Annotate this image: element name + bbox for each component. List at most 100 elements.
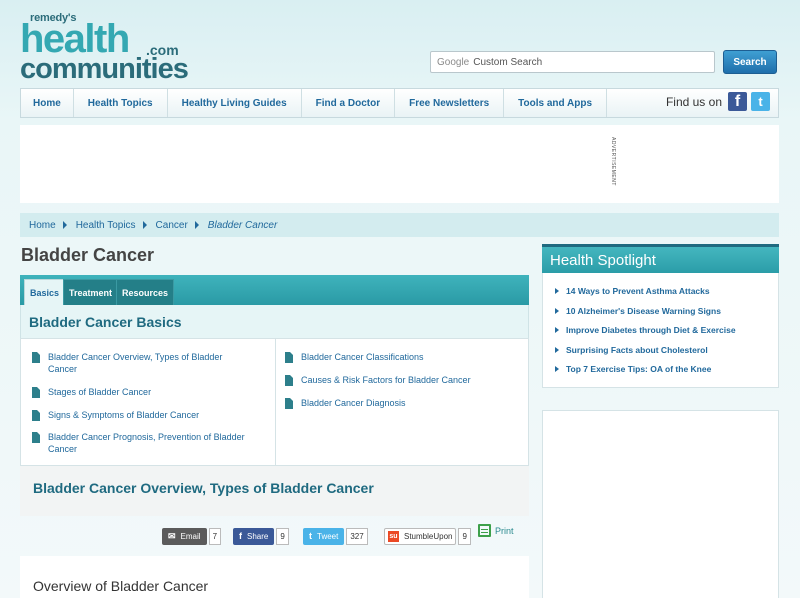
advertisement-banner[interactable]: ADVERTISEMENT	[20, 125, 779, 203]
article-heading: Bladder Cancer Overview, Types of Bladde…	[20, 466, 529, 516]
list-item[interactable]: Bladder Cancer Diagnosis	[285, 397, 515, 409]
email-label: Email	[180, 531, 201, 541]
facebook-icon: f	[239, 531, 242, 541]
document-icon	[32, 352, 40, 363]
spotlight-label: Top 7 Exercise Tips: OA of the Knee	[566, 364, 712, 374]
twitter-icon[interactable]: t	[751, 92, 770, 111]
breadcrumb-arrow-icon	[62, 221, 67, 229]
tab-treatment[interactable]: Treatment	[63, 279, 119, 305]
spotlight-label: Surprising Facts about Cholesterol	[566, 345, 708, 355]
tweet-label: Tweet	[317, 531, 339, 541]
spotlight-label: Improve Diabetes through Diet & Exercise	[566, 325, 736, 335]
spotlight-label: 10 Alzheimer's Disease Warning Signs	[566, 306, 721, 316]
link-label: Bladder Cancer Prognosis, Prevention of …	[48, 432, 245, 454]
tab-resources[interactable]: Resources	[116, 279, 175, 305]
breadcrumb-cancer[interactable]: Cancer	[156, 220, 188, 231]
arrow-right-icon	[555, 308, 559, 314]
basics-links: Bladder Cancer Overview, Types of Bladde…	[20, 338, 529, 466]
spotlight-item[interactable]: 10 Alzheimer's Disease Warning Signs	[555, 306, 721, 316]
breadcrumb-health-topics[interactable]: Health Topics	[76, 220, 136, 231]
email-icon: ✉	[168, 530, 176, 541]
spotlight-item[interactable]: Improve Diabetes through Diet & Exercise	[555, 325, 736, 335]
share-facebook: f Share 9	[233, 527, 289, 545]
list-item[interactable]: Bladder Cancer Classifications	[285, 351, 515, 363]
print-link[interactable]: Print	[478, 524, 514, 537]
spotlight-item[interactable]: Surprising Facts about Cholesterol	[555, 345, 708, 355]
email-button[interactable]: ✉ Email	[162, 527, 207, 545]
stumble-count: 9	[458, 527, 471, 545]
share-label: Share	[247, 531, 269, 541]
link-label: Causes & Risk Factors for Bladder Cancer	[301, 375, 471, 385]
list-item[interactable]: Signs & Symptoms of Bladder Cancer	[32, 409, 247, 421]
document-icon	[32, 410, 40, 421]
share-email: ✉ Email 7	[162, 527, 222, 545]
share-count: 9	[276, 527, 289, 545]
link-label: Bladder Cancer Classifications	[301, 352, 424, 362]
twitter-icon: t	[309, 531, 312, 541]
nav-find-a-doctor[interactable]: Find a Doctor	[302, 89, 396, 117]
nav-health-topics[interactable]: Health Topics	[74, 89, 168, 117]
email-count: 7	[208, 527, 222, 545]
share-twitter: t Tweet 327	[303, 527, 368, 545]
breadcrumb-home[interactable]: Home	[29, 220, 56, 231]
topic-tabs: Basics Treatment Resources	[20, 275, 529, 305]
arrow-right-icon	[555, 327, 559, 333]
stumbleupon-icon: su	[388, 530, 399, 542]
stumbleupon-button[interactable]: su StumbleUpon	[384, 527, 457, 545]
main-nav: Home Health Topics Healthy Living Guides…	[20, 88, 779, 118]
spotlight-label: 14 Ways to Prevent Asthma Attacks	[566, 286, 710, 296]
search-button[interactable]: Search	[723, 50, 777, 74]
facebook-icon[interactable]: f	[728, 92, 747, 111]
printer-icon	[478, 524, 491, 537]
column-divider	[275, 339, 276, 465]
search-placeholder: Custom Search	[473, 56, 543, 68]
basics-heading: Bladder Cancer Basics	[20, 305, 529, 338]
find-us-label: Find us on	[665, 94, 722, 109]
list-item[interactable]: Bladder Cancer Prognosis, Prevention of …	[32, 431, 252, 455]
spotlight-list: 14 Ways to Prevent Asthma Attacks 10 Alz…	[542, 273, 779, 388]
page-title: Bladder Cancer	[21, 245, 155, 265]
list-item[interactable]: Causes & Risk Factors for Bladder Cancer	[285, 374, 515, 386]
link-label: Stages of Bladder Cancer	[48, 387, 152, 397]
spotlight-item[interactable]: 14 Ways to Prevent Asthma Attacks	[555, 286, 710, 296]
document-icon	[285, 398, 293, 409]
nav-tools-and-apps[interactable]: Tools and Apps	[504, 89, 608, 117]
document-icon	[32, 432, 40, 443]
link-label: Signs & Symptoms of Bladder Cancer	[48, 410, 200, 420]
link-label: Bladder Cancer Overview, Types of Bladde…	[48, 352, 223, 374]
list-item[interactable]: Bladder Cancer Overview, Types of Bladde…	[32, 351, 247, 375]
tweet-count: 327	[346, 527, 368, 545]
logo-health: health	[20, 17, 130, 61]
document-icon	[285, 352, 293, 363]
nav-home[interactable]: Home	[21, 89, 74, 117]
nav-healthy-living-guides[interactable]: Healthy Living Guides	[168, 89, 302, 117]
tweet-button[interactable]: t Tweet	[303, 527, 345, 545]
search-input[interactable]: Google Custom Search	[430, 51, 715, 73]
print-label: Print	[495, 525, 514, 536]
facebook-share-button[interactable]: f Share	[233, 527, 275, 545]
logo-communities: communities	[20, 53, 189, 85]
spotlight-title: Health Spotlight	[542, 244, 779, 273]
breadcrumb-current: Bladder Cancer	[207, 219, 278, 231]
tab-basics[interactable]: Basics	[24, 279, 66, 305]
arrow-right-icon	[555, 288, 559, 294]
search-brand: Google	[437, 56, 470, 68]
breadcrumb-arrow-icon	[142, 221, 147, 229]
spotlight-item[interactable]: Top 7 Exercise Tips: OA of the Knee	[555, 364, 711, 374]
find-us-on: Find us on f t	[666, 92, 770, 111]
document-icon	[32, 387, 40, 398]
nav-free-newsletters[interactable]: Free Newsletters	[395, 89, 505, 117]
ad-label: ADVERTISEMENT	[610, 137, 616, 186]
breadcrumb-arrow-icon	[194, 221, 199, 229]
site-logo[interactable]: remedy's health .com communities	[20, 12, 190, 84]
sidebar-advertisement[interactable]	[542, 410, 779, 598]
overview-heading: Overview of Bladder Cancer	[20, 556, 529, 598]
share-stumbleupon: su StumbleUpon 9	[384, 527, 471, 545]
breadcrumb: Home Health Topics Cancer Bladder Cancer	[20, 213, 779, 237]
arrow-right-icon	[555, 347, 559, 353]
stumble-label: StumbleUpon	[404, 531, 453, 541]
arrow-right-icon	[555, 366, 559, 372]
list-item[interactable]: Stages of Bladder Cancer	[32, 386, 247, 398]
link-label: Bladder Cancer Diagnosis	[301, 398, 406, 408]
document-icon	[285, 375, 293, 386]
